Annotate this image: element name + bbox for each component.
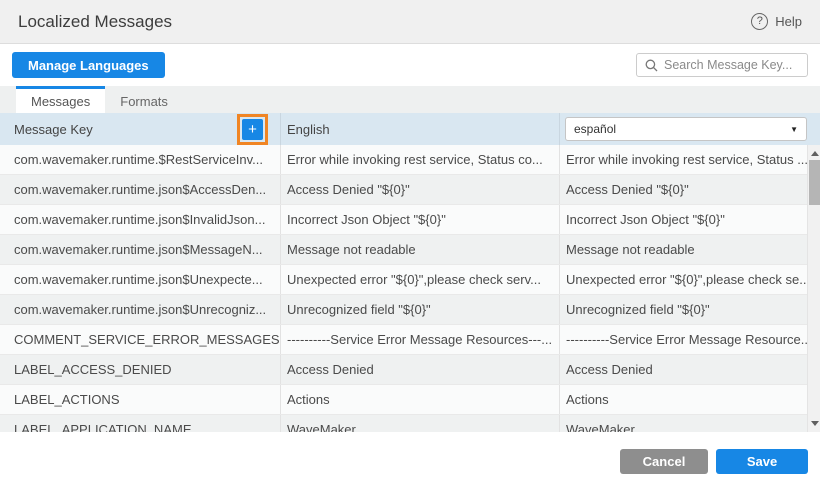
tab-formats[interactable]: Formats bbox=[105, 86, 183, 113]
spanish-cell[interactable]: Unexpected error "${0}",please check se.… bbox=[560, 265, 820, 294]
table-row[interactable]: com.wavemaker.runtime.json$InvalidJson..… bbox=[0, 205, 820, 235]
spanish-cell[interactable]: Access Denied bbox=[560, 355, 820, 384]
english-cell[interactable]: Error while invoking rest service, Statu… bbox=[281, 145, 560, 174]
help-label: Help bbox=[775, 14, 802, 29]
message-key-cell[interactable]: LABEL_ACTIONS bbox=[0, 385, 281, 414]
spanish-cell[interactable]: Access Denied "${0}" bbox=[560, 175, 820, 204]
scroll-down-button[interactable] bbox=[808, 417, 820, 430]
dialog-footer: Cancel Save bbox=[0, 432, 820, 490]
message-key-cell[interactable]: LABEL_APPLICATION_NAME bbox=[0, 415, 281, 432]
title-bar: Localized Messages ? Help bbox=[0, 0, 820, 44]
table-row[interactable]: com.wavemaker.runtime.json$Unrecogniz...… bbox=[0, 295, 820, 325]
spanish-cell[interactable]: ----------Service Error Message Resource… bbox=[560, 325, 820, 354]
search-icon bbox=[645, 59, 658, 72]
table-rows: com.wavemaker.runtime.$RestServiceInv...… bbox=[0, 145, 820, 432]
table-header: Message Key + English español ▼ bbox=[0, 113, 820, 145]
footer-actions: Cancel Save bbox=[620, 449, 808, 474]
cancel-button[interactable]: Cancel bbox=[620, 449, 708, 474]
manage-languages-button[interactable]: Manage Languages bbox=[12, 52, 165, 78]
english-cell[interactable]: Unrecognized field "${0}" bbox=[281, 295, 560, 324]
spanish-cell[interactable]: Unrecognized field "${0}" bbox=[560, 295, 820, 324]
english-cell[interactable]: ----------Service Error Message Resource… bbox=[281, 325, 560, 354]
toolbar: Manage Languages bbox=[0, 44, 820, 86]
table-row[interactable]: com.wavemaker.runtime.$RestServiceInv...… bbox=[0, 145, 820, 175]
english-cell[interactable]: Access Denied bbox=[281, 355, 560, 384]
english-cell[interactable]: Actions bbox=[281, 385, 560, 414]
message-key-cell[interactable]: COMMENT_SERVICE_ERROR_MESSAGES bbox=[0, 325, 281, 354]
column-header-message-key: Message Key + bbox=[0, 113, 281, 145]
localized-messages-dialog: Localized Messages ? Help Manage Languag… bbox=[0, 0, 820, 490]
tab-messages[interactable]: Messages bbox=[16, 86, 105, 113]
language-select-value: español bbox=[574, 122, 616, 136]
table-row[interactable]: com.wavemaker.runtime.json$AccessDen... … bbox=[0, 175, 820, 205]
add-button-highlight: + bbox=[237, 114, 268, 145]
scrollbar-thumb[interactable] bbox=[809, 160, 820, 205]
table-row[interactable]: LABEL_ACCESS_DENIED Access Denied Access… bbox=[0, 355, 820, 385]
table-body: com.wavemaker.runtime.$RestServiceInv...… bbox=[0, 145, 820, 432]
spanish-cell[interactable]: WaveMaker bbox=[560, 415, 820, 432]
message-key-cell[interactable]: com.wavemaker.runtime.$RestServiceInv... bbox=[0, 145, 281, 174]
message-key-cell[interactable]: com.wavemaker.runtime.json$Unexpecte... bbox=[0, 265, 281, 294]
spanish-cell[interactable]: Actions bbox=[560, 385, 820, 414]
message-key-cell[interactable]: LABEL_ACCESS_DENIED bbox=[0, 355, 281, 384]
triangle-up-icon bbox=[811, 151, 819, 156]
message-key-cell[interactable]: com.wavemaker.runtime.json$InvalidJson..… bbox=[0, 205, 281, 234]
table-row[interactable]: com.wavemaker.runtime.json$Unexpecte... … bbox=[0, 265, 820, 295]
tab-bar: Messages Formats bbox=[0, 86, 820, 113]
help-button[interactable]: ? Help bbox=[751, 13, 802, 30]
spanish-cell[interactable]: Error while invoking rest service, Statu… bbox=[560, 145, 820, 174]
spanish-cell[interactable]: Message not readable bbox=[560, 235, 820, 264]
english-cell[interactable]: Access Denied "${0}" bbox=[281, 175, 560, 204]
add-message-key-button[interactable]: + bbox=[242, 119, 263, 140]
page-title: Localized Messages bbox=[18, 12, 172, 32]
help-icon: ? bbox=[751, 13, 768, 30]
english-cell[interactable]: Incorrect Json Object "${0}" bbox=[281, 205, 560, 234]
english-cell[interactable]: WaveMaker bbox=[281, 415, 560, 432]
chevron-down-icon: ▼ bbox=[790, 125, 798, 134]
vertical-scrollbar[interactable] bbox=[807, 145, 820, 432]
column-header-english: English bbox=[281, 113, 560, 145]
table-row[interactable]: LABEL_ACTIONS Actions Actions bbox=[0, 385, 820, 415]
search-box[interactable] bbox=[636, 53, 808, 77]
scroll-up-button[interactable] bbox=[808, 147, 820, 160]
language-select[interactable]: español ▼ bbox=[565, 117, 807, 141]
message-key-cell[interactable]: com.wavemaker.runtime.json$AccessDen... bbox=[0, 175, 281, 204]
english-cell[interactable]: Unexpected error "${0}",please check ser… bbox=[281, 265, 560, 294]
table-row[interactable]: LABEL_APPLICATION_NAME WaveMaker WaveMak… bbox=[0, 415, 820, 432]
column-header-language: español ▼ bbox=[560, 113, 820, 145]
spanish-cell[interactable]: Incorrect Json Object "${0}" bbox=[560, 205, 820, 234]
message-key-header-label: Message Key bbox=[14, 122, 93, 137]
table-row[interactable]: COMMENT_SERVICE_ERROR_MESSAGES ---------… bbox=[0, 325, 820, 355]
table-row[interactable]: com.wavemaker.runtime.json$MessageN... M… bbox=[0, 235, 820, 265]
save-button[interactable]: Save bbox=[716, 449, 808, 474]
message-key-cell[interactable]: com.wavemaker.runtime.json$Unrecogniz... bbox=[0, 295, 281, 324]
english-cell[interactable]: Message not readable bbox=[281, 235, 560, 264]
triangle-down-icon bbox=[811, 421, 819, 426]
message-key-cell[interactable]: com.wavemaker.runtime.json$MessageN... bbox=[0, 235, 281, 264]
search-input[interactable] bbox=[664, 58, 799, 72]
